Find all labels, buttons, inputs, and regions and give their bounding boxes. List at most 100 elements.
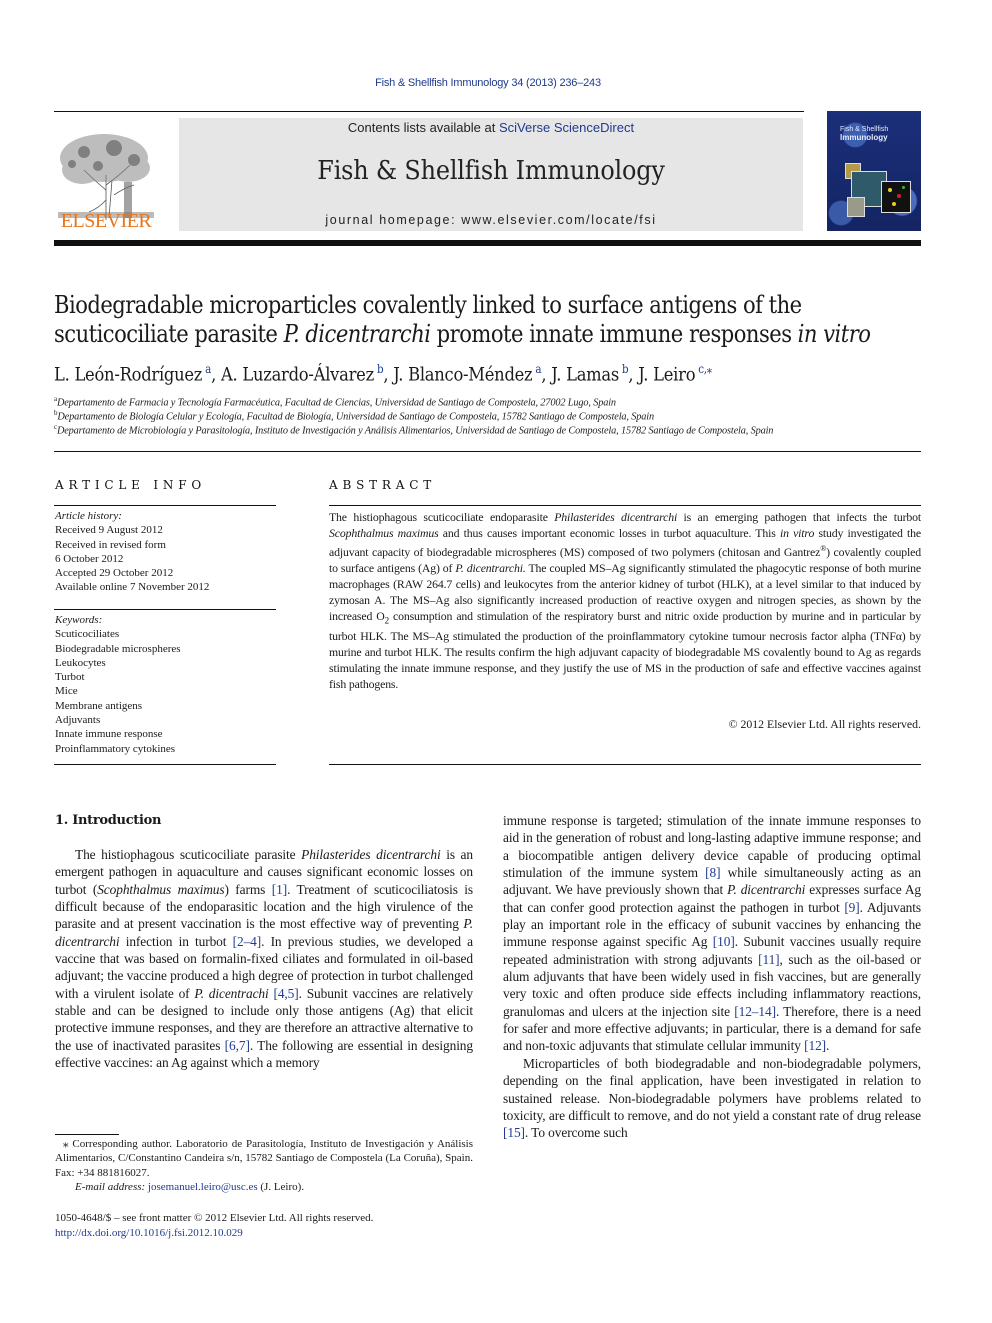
info-rule [54,505,276,506]
author-name: A. Luzardo-Álvarez [220,363,374,386]
sciencedirect-link[interactable]: SciVerse ScienceDirect [499,120,634,135]
info-rule [54,609,276,610]
citation-ref[interactable]: [11] [758,952,780,967]
journal-homepage[interactable]: journal homepage: www.elsevier.com/locat… [179,213,803,227]
history-heading: Article history: [55,510,122,522]
header-thick-rule [54,240,921,246]
author-name: J. Lamas [551,363,620,386]
front-matter: 1050-4648/$ – see front matter © 2012 El… [55,1211,473,1241]
section-heading-introduction: 1. Introduction [55,813,162,828]
journal-title: Fish & Shellfish Immunology [317,156,665,186]
article-history: Article history: Received 9 August 2012 R… [55,509,209,595]
history-item: Available online 7 November 2012 [55,581,210,594]
text-run: The histiophagous scuticociliate endopar… [329,510,555,524]
body-paragraph: The histiophagous scuticociliate parasit… [55,846,473,1071]
corresponding-author-footnote: ⁎ Corresponding author. Laboratorio de P… [55,1137,473,1194]
author-affiliation-marker[interactable]: c,⁎ [698,362,712,376]
keywords-heading: Keywords: [55,614,103,626]
title-species: P. dicentrarchi [283,319,431,348]
text-run: and thus causes important economic losse… [438,526,780,540]
keyword-item: Biodegradable microspheres [55,642,181,655]
citation-ref[interactable]: [4,5] [273,986,298,1001]
affil-text: Departamento de Microbiología y Parasito… [56,425,774,437]
keyword-item: Proinflammatory cytokines [55,742,176,755]
article-info-heading: ARTICLE INFO [55,478,206,492]
keyword-item: Scuticociliates [55,628,120,641]
author-name: L. León-Rodríguez [54,363,203,386]
cover-title: Fish & Shellfish Immunology [840,126,920,143]
citation-ref[interactable]: [12] [804,1038,826,1053]
history-item: Received 9 August 2012 [55,524,163,537]
citation-ref[interactable]: [12–14] [734,1004,776,1019]
keyword-item: Turbot [55,671,85,684]
keyword-item: Membrane antigens [55,699,143,712]
keyword-item: Innate immune response [55,728,163,741]
corresponding-text: ⁎ Corresponding author. Laboratorio de P… [55,1138,473,1179]
issn-line: 1050-4648/$ – see front matter © 2012 El… [55,1212,374,1224]
italic-term: in vitro [779,526,815,540]
body-column-left: The histiophagous scuticociliate parasit… [55,846,473,1071]
text-run: The histiophagous scuticociliate parasit… [75,847,302,862]
italic-term: P. dicentrarchi. [455,560,526,575]
text-run: infection in turbot [119,933,233,949]
italic-term: Philasterides dicen­trarchi [301,847,441,862]
affiliation-b: bDepartamento de Biología Celular y Ecol… [54,409,654,422]
author-affiliation-marker[interactable]: a [205,362,211,376]
italic-term: Scophthalmus maximus [97,881,225,897]
abstract-heading: ABSTRACT [329,478,436,492]
abstract-rule [329,505,921,506]
author-affiliation-marker[interactable]: b [622,362,629,376]
author-list: L. León-Rodríguez a, A. Luzardo-Álvarez … [54,362,712,386]
footnote-rule [55,1134,119,1135]
email-suffix: (J. Leiro). [257,1180,305,1193]
affiliation-a: aDepartamento de Farmacia y Tecnología F… [54,395,616,408]
citation-ref[interactable]: [8] [705,865,720,880]
email-label: E-mail address: [75,1180,148,1193]
author-affiliation-marker[interactable]: b [377,362,384,376]
citation-ref[interactable]: [2–4] [233,934,262,949]
author-affiliation-marker[interactable]: a [535,362,541,376]
author-name: J. Leiro [638,363,696,386]
text-run: consumption and stimulation of the respi… [329,608,922,692]
abstract-rule [329,764,921,765]
italic-term: Scophthalmus maximus [329,526,439,540]
affil-text: Departamento de Farmacia y Tecnología Fa… [56,397,616,409]
body-column-right: immune response is targeted; stimulation… [503,812,921,1142]
email-link[interactable]: josemanuel.leiro@usc.es [148,1181,258,1193]
article-title: Biodegradable microparticles covalently … [54,290,923,348]
citation-ref[interactable]: [1] [272,882,287,897]
citation-ref[interactable]: [10] [713,934,735,949]
cover-thumb-gray [847,197,865,217]
text-run: Microparticles of both biodegradable and… [503,1055,921,1123]
body-paragraph: immune response is targeted; stimulation… [503,812,921,1055]
abstract-copyright: © 2012 Elsevier Ltd. All rights reserved… [728,717,921,731]
citation-ref[interactable]: [6,7] [225,1038,250,1053]
doi-link[interactable]: http://dx.doi.org/10.1016/j.fsi.2012.10.… [55,1227,243,1239]
keyword-item: Mice [55,685,78,698]
body-paragraph: Microparticles of both biodegradable and… [503,1055,921,1142]
contents-line: Contents lists available at SciVerse Sci… [179,120,803,135]
title-text-2: promote innate immune responses [430,319,798,348]
text-run: is an emerging pathogen that infects the… [677,510,922,524]
citation-ref[interactable]: [9] [844,900,859,915]
italic-term: P. dicen­trachi [194,985,269,1001]
affiliation-c: cDepartamento de Microbiología y Parasit… [54,423,773,436]
keywords: Keywords: Scuticociliates Biodegradable m… [55,613,181,756]
author-name: J. Blanco-Méndez [393,363,533,386]
affil-text: Departamento de Biología Celular y Ecolo… [57,411,654,423]
contents-prefix: Contents lists available at [347,120,499,135]
citation-ref[interactable]: [15] [503,1125,525,1140]
history-item: Accepted 29 October 2012 [55,567,174,580]
keyword-item: Adjuvants [55,714,101,727]
elsevier-wordmark: ELSEVIER [60,210,152,232]
history-item: Received in revised form [55,538,166,551]
text-run: . [826,1038,830,1054]
keyword-item: Leukocytes [55,656,106,669]
italic-term: P. dicentrarchi [727,882,806,898]
cover-thumb-dark [881,181,911,213]
text-run: ) farms [224,881,272,897]
journal-citation[interactable]: Fish & Shellfish Immunology 34 (2013) 23… [0,77,976,89]
abstract-text: The histiophagous scuticociliate endopar… [329,509,921,692]
text-run: . To overcome such [524,1125,628,1141]
info-rule [54,764,276,765]
